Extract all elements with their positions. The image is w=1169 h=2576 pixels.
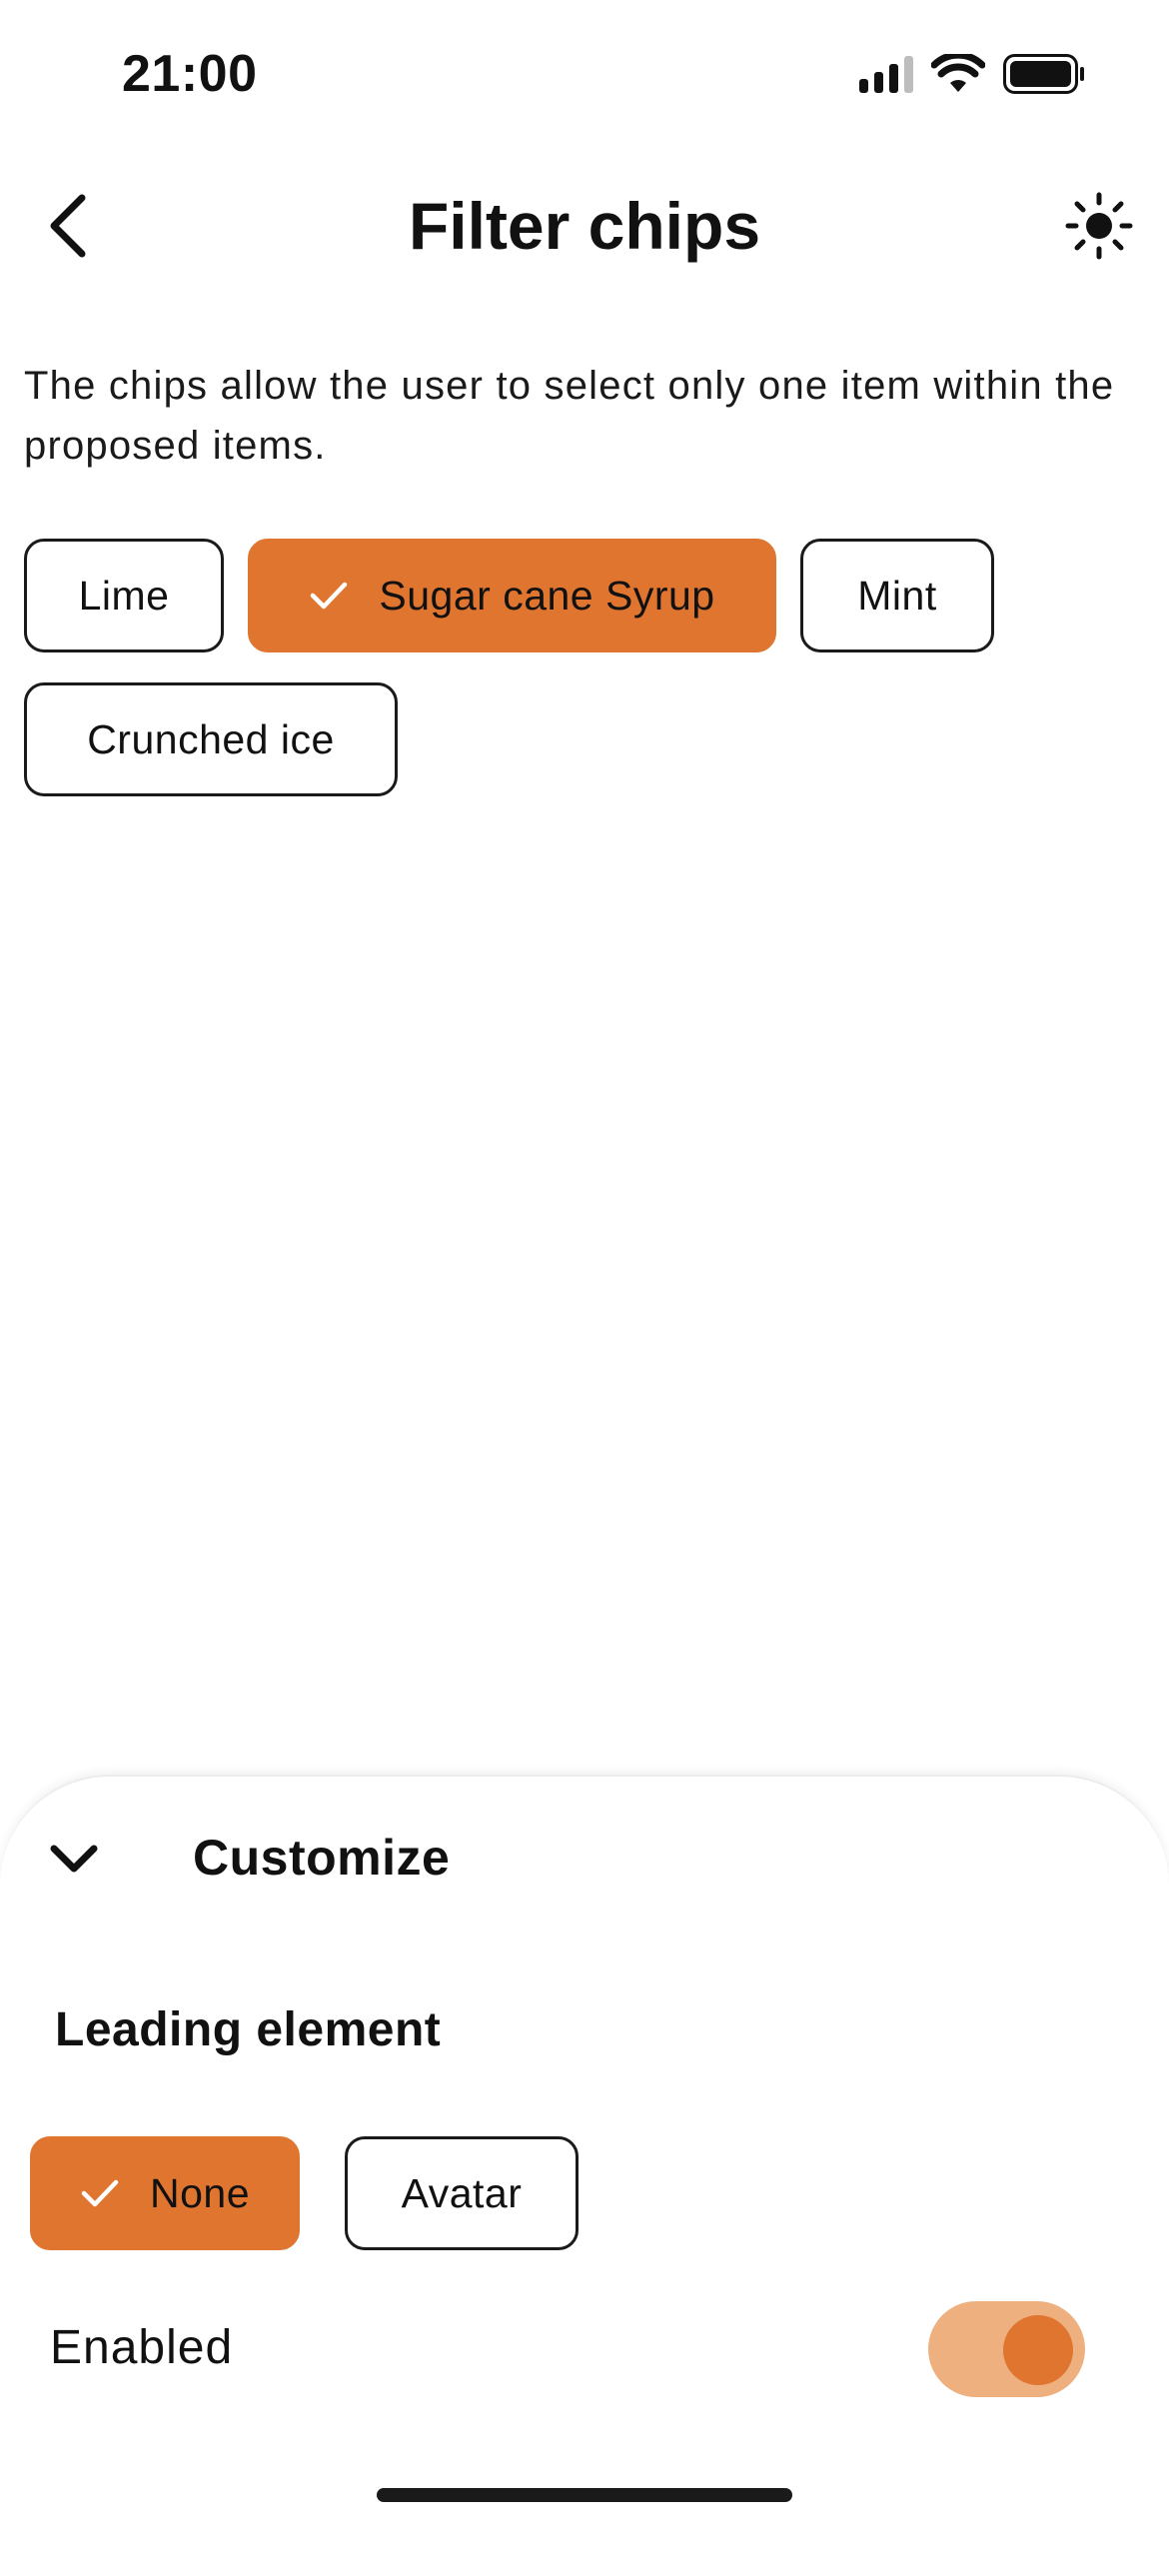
collapse-sheet-button[interactable] <box>44 1825 104 1895</box>
enabled-toggle[interactable] <box>928 2301 1085 2397</box>
toggle-knob <box>1003 2315 1073 2385</box>
theme-toggle-button[interactable] <box>1059 186 1139 266</box>
chip-label: Crunched ice <box>87 715 335 762</box>
check-icon <box>309 581 349 611</box>
wifi-icon <box>931 54 985 92</box>
chevron-down-icon <box>50 1845 98 1873</box>
option-label: None <box>149 2169 250 2216</box>
leading-element-title: Leading element <box>55 2003 442 2056</box>
chip-lime[interactable]: Lime <box>24 539 224 652</box>
chip-label: Sugar cane Syrup <box>379 572 715 619</box>
chip-sugar-cane-syrup[interactable]: Sugar cane Syrup <box>248 539 776 652</box>
chip-mint[interactable]: Mint <box>800 539 994 652</box>
option-avatar[interactable]: Avatar <box>345 2136 579 2250</box>
status-time: 21:00 <box>122 45 258 103</box>
sun-icon <box>1065 192 1133 260</box>
option-label: Avatar <box>401 2169 523 2216</box>
chip-label: Mint <box>857 572 937 619</box>
chip-label: Lime <box>78 572 170 619</box>
option-none[interactable]: None <box>30 2136 300 2250</box>
page-title: Filter chips <box>408 189 761 263</box>
chip-crunched-ice[interactable]: Crunched ice <box>24 682 398 796</box>
status-icons <box>859 54 1085 94</box>
sheet-title: Customize <box>193 1830 451 1886</box>
description-text: The chips allow the user to select only … <box>24 364 1115 468</box>
check-icon <box>80 2178 120 2208</box>
battery-icon <box>1003 54 1084 94</box>
enabled-label: Enabled <box>50 2321 234 2374</box>
home-indicator <box>377 2488 792 2502</box>
cellular-signal-icon <box>859 55 913 93</box>
